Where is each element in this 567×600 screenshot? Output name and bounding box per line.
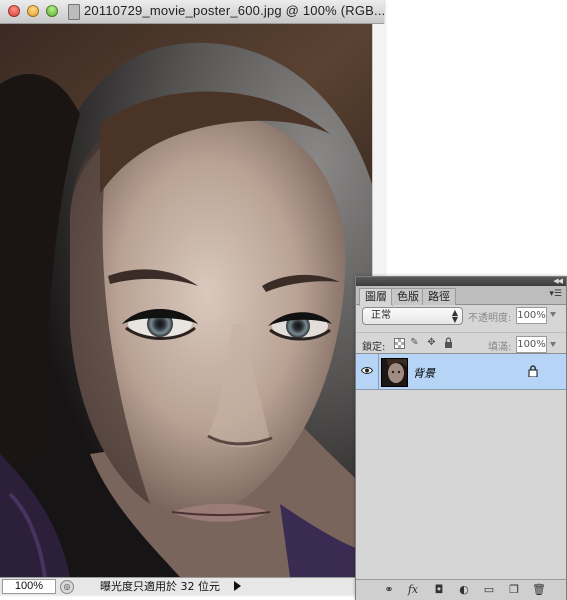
link-icon[interactable]: ⚭ [382,583,396,597]
layer-lock-icon [528,365,538,377]
image-canvas[interactable] [0,24,372,577]
new-layer-icon[interactable]: ❐ [507,583,521,597]
tab-channels[interactable]: 色版 [391,288,425,305]
panel-drag-bar[interactable]: ◀◀ [356,277,566,286]
panel-menu-icon[interactable]: ▾☰ [549,289,562,299]
lock-fill-row: 鎖定: ✎ ✥ 填滿: 100% [356,332,566,353]
layer-name[interactable]: 背景 [413,365,435,381]
document-titlebar[interactable]: 20110729_movie_poster_600.jpg @ 100% (RG… [0,0,386,24]
status-bar: 100% ◎ 曝光度只適用於 32 位元 [0,577,384,595]
group-folder-icon[interactable]: ▭ [482,583,496,597]
layer-list: 背景 [356,353,566,580]
close-window-button[interactable] [8,5,20,17]
fill-label: 填滿: [488,342,512,353]
lock-position-icon[interactable]: ✥ [426,337,437,348]
blend-mode-select[interactable]: 正常 ▲ ▼ [362,307,463,325]
eye-icon [361,367,373,374]
layer-visibility-toggle[interactable] [356,354,379,389]
fill-field[interactable]: 100% [516,336,547,353]
lock-transparency-icon[interactable] [394,338,405,349]
lock-label: 鎖定: [362,342,386,353]
fill-dropdown-icon[interactable] [550,342,556,347]
mask-icon[interactable]: ◘ [432,583,446,597]
status-info-icon[interactable]: ◎ [60,580,74,594]
portrait-image [0,24,372,577]
zoom-window-button[interactable] [46,5,58,17]
blend-mode-value: 正常 [371,310,391,321]
fx-icon[interactable]: fx [406,583,420,597]
opacity-dropdown-icon[interactable] [550,312,556,317]
layers-bottom-toolbar: ⚭ fx ◘ ◐ ▭ ❐ 🗑 [356,579,566,600]
lock-all-icon[interactable] [443,337,454,348]
opacity-label: 不透明度: [468,313,512,324]
trash-icon[interactable]: 🗑 [532,583,546,597]
panel-tab-bar: 圖層 色版 路徑 ▾☰ [356,286,566,306]
zoom-level-field[interactable]: 100% [2,579,56,594]
document-title: 20110729_movie_poster_600.jpg @ 100% (RG… [84,3,386,18]
minimize-window-button[interactable] [27,5,39,17]
opacity-field[interactable]: 100% [516,307,547,324]
status-info-text: 曝光度只適用於 32 位元 [100,580,220,593]
collapse-panel-icon[interactable]: ◀◀ [553,277,563,285]
lock-image-pixels-icon[interactable]: ✎ [409,337,420,348]
document-proxy-icon[interactable] [68,4,80,20]
adjustment-icon[interactable]: ◐ [457,583,471,597]
select-stepper-icon: ▲ ▼ [451,308,458,324]
tab-paths[interactable]: 路徑 [422,288,456,305]
layer-row-background[interactable]: 背景 [356,354,566,390]
blend-opacity-row: 正常 ▲ ▼ 不透明度: 100% [356,305,566,331]
status-menu-arrow-icon[interactable] [234,581,241,591]
layer-thumbnail [381,358,408,387]
document-window: 20110729_movie_poster_600.jpg @ 100% (RG… [0,0,386,595]
layers-panel: ◀◀ 圖層 色版 路徑 ▾☰ 正常 ▲ ▼ 不透明度: 100% 鎖定: ✎ ✥ … [355,276,567,600]
tab-layers[interactable]: 圖層 [359,288,393,306]
